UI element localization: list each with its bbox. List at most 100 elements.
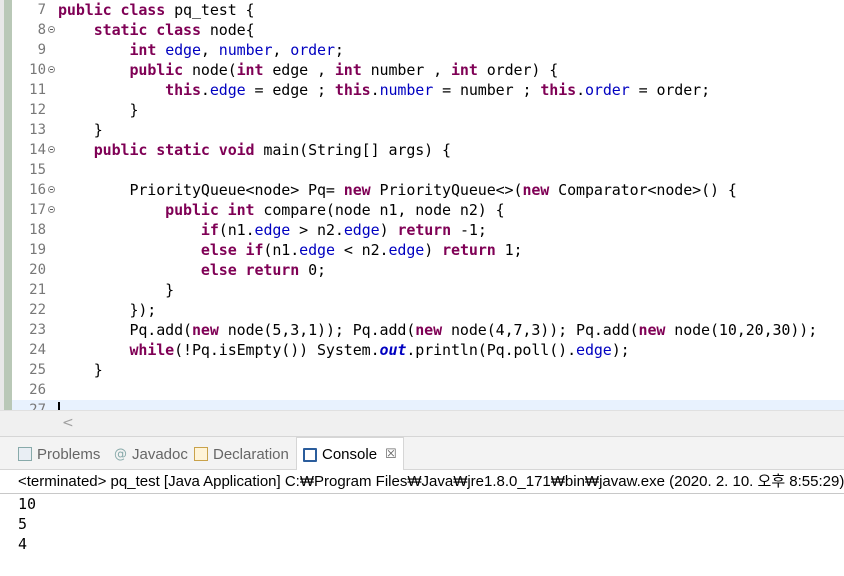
fold-collapse-icon[interactable] xyxy=(48,186,55,193)
code-token: int xyxy=(236,61,273,79)
code-line[interactable]: 24 while(!Pq.isEmpty()) System.out.print… xyxy=(12,340,844,360)
code-token: < n2. xyxy=(334,241,389,259)
code-line[interactable]: 21 } xyxy=(12,280,844,300)
code-token: = order; xyxy=(629,81,711,99)
code-token: }); xyxy=(58,301,157,319)
code-line[interactable]: 20 else return 0; xyxy=(12,260,844,280)
code-token: > n2. xyxy=(290,221,344,239)
code-token: edge , xyxy=(272,61,335,79)
code-token: int xyxy=(129,41,166,59)
code-token: compare(node n1, node n2) { xyxy=(263,201,505,219)
code-token: order xyxy=(290,41,335,59)
code-token: . xyxy=(200,81,210,99)
line-number: 24 xyxy=(29,342,46,358)
line-number: 13 xyxy=(29,122,46,138)
code-token: } xyxy=(58,121,103,139)
code-text: public static void main(String[] args) { xyxy=(58,140,451,160)
code-text: public int compare(node n1, node n2) { xyxy=(58,200,505,220)
code-token: return xyxy=(442,241,505,259)
code-line[interactable]: 23 Pq.add(new node(5,3,1)); Pq.add(new n… xyxy=(12,320,844,340)
tab-javadoc[interactable]: @ Javadoc xyxy=(114,437,188,471)
code-token: public int xyxy=(165,201,264,219)
code-line[interactable]: 11 this.edge = edge ; this.number = numb… xyxy=(12,80,844,100)
code-line[interactable]: 16 PriorityQueue<node> Pq= new PriorityQ… xyxy=(12,180,844,200)
code-line[interactable]: 9 int edge, number, order; xyxy=(12,40,844,60)
code-token: PriorityQueue<node> Pq= xyxy=(58,181,344,199)
code-text: else return 0; xyxy=(58,260,326,280)
tab-console-label: Console xyxy=(322,446,378,463)
code-line[interactable]: 19 else if(n1.edge < n2.edge) return 1; xyxy=(12,240,844,260)
code-token: node(4,7,3)); Pq.add( xyxy=(450,321,639,339)
tab-problems-label: Problems xyxy=(37,445,101,463)
code-token: node( xyxy=(191,61,237,79)
close-icon[interactable]: ☒ xyxy=(385,447,397,462)
console-output[interactable]: 10 5 4 xyxy=(18,494,36,554)
code-line[interactable]: 8 static class node{ xyxy=(12,20,844,40)
code-token: node{ xyxy=(209,21,255,39)
fold-collapse-icon[interactable] xyxy=(48,66,55,73)
code-line[interactable]: 7 public class pq_test { xyxy=(12,0,844,20)
tab-problems[interactable]: Problems xyxy=(18,437,100,471)
code-token: if xyxy=(200,221,219,239)
line-number: 10 xyxy=(29,62,46,78)
code-token: 0; xyxy=(308,261,326,279)
code-editor[interactable]: 7 public class pq_test {8 static class no… xyxy=(0,0,844,410)
code-token: order xyxy=(585,81,630,99)
code-line[interactable]: 13 } xyxy=(12,120,844,140)
code-token: edge xyxy=(576,341,612,359)
line-number: 25 xyxy=(29,362,46,378)
code-token: number xyxy=(218,41,273,59)
code-line[interactable]: 27 xyxy=(12,400,844,410)
code-token: } xyxy=(58,281,175,299)
code-token: -1; xyxy=(459,221,487,239)
code-line[interactable]: 26 xyxy=(12,380,844,400)
line-number: 9 xyxy=(37,42,46,58)
line-number: 19 xyxy=(29,242,46,258)
line-number: 12 xyxy=(29,102,46,118)
tab-console[interactable]: Console ☒ xyxy=(296,437,404,471)
scroll-left-icon[interactable]: < xyxy=(62,415,74,431)
view-tab-bar: Problems @ Javadoc Declaration Console ☒ xyxy=(0,436,844,471)
code-line[interactable]: 15 xyxy=(12,160,844,180)
fold-collapse-icon[interactable] xyxy=(48,206,55,213)
line-number: 17 xyxy=(29,202,46,218)
code-token: edge xyxy=(209,81,246,99)
code-token: edge xyxy=(254,221,291,239)
code-token: Pq.add( xyxy=(58,321,192,339)
code-text: public node(int edge , int number , int … xyxy=(58,60,558,80)
code-token: number xyxy=(379,81,434,99)
line-number: 23 xyxy=(29,322,46,338)
code-token: ); xyxy=(611,341,630,359)
fold-collapse-icon[interactable] xyxy=(48,146,55,153)
code-line[interactable]: 14 public static void main(String[] args… xyxy=(12,140,844,160)
line-number: 26 xyxy=(29,382,46,398)
code-text: Pq.add(new node(5,3,1)); Pq.add(new node… xyxy=(58,320,817,340)
code-line[interactable]: 18 if(n1.edge > n2.edge) return -1; xyxy=(12,220,844,240)
tab-declaration[interactable]: Declaration xyxy=(194,437,289,471)
horizontal-scrollbar[interactable]: < xyxy=(0,410,844,437)
code-text: } xyxy=(58,120,103,140)
code-line[interactable]: 22 }); xyxy=(12,300,844,320)
code-text: int edge, number, order; xyxy=(58,40,344,60)
line-number: 7 xyxy=(37,2,46,18)
code-token: new xyxy=(522,181,559,199)
code-token: int xyxy=(451,61,487,79)
code-token: edge xyxy=(299,241,335,259)
code-line[interactable]: 25 } xyxy=(12,360,844,380)
code-token: (n1. xyxy=(263,241,300,259)
code-text: PriorityQueue<node> Pq= new PriorityQueu… xyxy=(58,180,736,200)
fold-collapse-icon[interactable] xyxy=(48,26,55,33)
code-line[interactable]: 17 public int compare(node n1, node n2) … xyxy=(12,200,844,220)
code-token: (!Pq.isEmpty()) System. xyxy=(174,341,380,359)
code-token: while xyxy=(129,341,175,359)
code-token: 1; xyxy=(504,241,523,259)
code-line[interactable]: 12 } xyxy=(12,100,844,120)
code-line[interactable]: 10 public node(int edge , int number , i… xyxy=(12,60,844,80)
